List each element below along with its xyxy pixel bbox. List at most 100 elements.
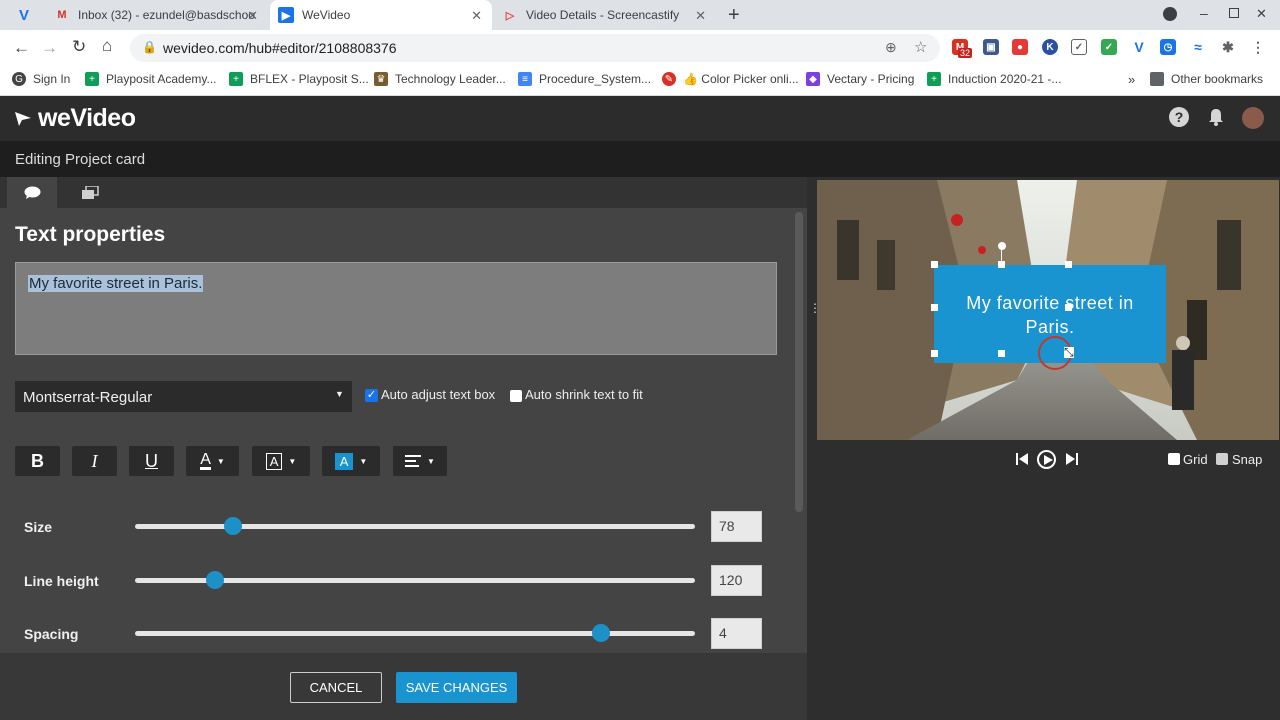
panel-tabs	[0, 177, 807, 208]
bookmark-item[interactable]: ◆ Vectary - Pricing	[806, 72, 914, 86]
size-slider-knob[interactable]	[224, 517, 242, 535]
play-button[interactable]	[1037, 450, 1056, 469]
sheets-icon: +	[85, 72, 99, 86]
gmail-icon: M	[57, 9, 67, 21]
bookmark-item[interactable]: + BFLEX - Playposit S...	[229, 72, 369, 86]
text-color-button[interactable]: A ▼	[186, 446, 239, 476]
bookmark-label: Procedure_System...	[539, 72, 652, 86]
scrollbar[interactable]	[795, 212, 803, 512]
extension-icon[interactable]: ✓	[1101, 39, 1117, 55]
extension-icon[interactable]: ≈	[1190, 39, 1206, 55]
extension-icon[interactable]: ◷	[1160, 39, 1176, 55]
reload-icon[interactable]: ↻	[72, 37, 86, 57]
bookmark-label: Sign In	[33, 72, 71, 86]
snap-checkbox[interactable]	[1216, 453, 1228, 465]
text-input[interactable]: My favorite street in Paris.	[15, 262, 777, 355]
sub-header: Editing Project card	[0, 141, 1280, 177]
auto-adjust-checkbox[interactable]: ✓	[365, 389, 378, 402]
line-height-slider-knob[interactable]	[205, 571, 224, 589]
bookmark-item[interactable]: G Sign In	[12, 72, 70, 86]
preview-text: My favorite street in Paris.	[966, 293, 1134, 337]
resize-handle-icon[interactable]: ⋮	[809, 302, 821, 320]
bookmark-label: Playposit Academy...	[106, 72, 217, 86]
text-outline-button[interactable]: A ▼	[252, 446, 310, 476]
wevideo-logo[interactable]: weVideo	[38, 104, 136, 133]
help-icon[interactable]: ?	[1169, 107, 1189, 127]
skip-forward-icon[interactable]	[1065, 451, 1079, 472]
auto-shrink-label: Auto shrink text to fit	[525, 387, 643, 402]
video-preview[interactable]: My favorite street in Paris. ⤡	[817, 180, 1279, 440]
bookmark-item[interactable]: ✎ 👍 Color Picker onli...	[662, 72, 799, 86]
other-bookmarks[interactable]: Other bookmarks	[1150, 72, 1263, 86]
bookmark-item[interactable]: + Induction 2020-21 -...	[927, 72, 1061, 86]
bookmark-item[interactable]: ♛ Technology Leader...	[374, 72, 506, 86]
background-color-icon: A	[334, 452, 354, 470]
background-color-button[interactable]: A ▼	[322, 446, 380, 476]
minimize-icon[interactable]: –	[1200, 5, 1208, 21]
bell-icon[interactable]	[1207, 107, 1225, 132]
resize-handle[interactable]	[998, 261, 1005, 268]
resize-handle[interactable]	[1065, 304, 1072, 311]
tab-pinned[interactable]: V	[8, 0, 40, 30]
folder-icon	[1150, 72, 1164, 86]
page-title: Editing Project card	[15, 151, 146, 168]
close-icon[interactable]: ✕	[695, 8, 706, 24]
resize-handle[interactable]	[1065, 261, 1072, 268]
spacing-slider[interactable]	[135, 631, 695, 636]
rotate-handle[interactable]	[998, 242, 1006, 250]
wevideo-logo-icon	[14, 109, 32, 127]
bookmark-label: Induction 2020-21 -...	[948, 72, 1062, 86]
new-tab-icon[interactable]: +	[728, 4, 740, 27]
size-slider[interactable]	[135, 524, 695, 529]
forward-arrow-icon[interactable]: →	[41, 38, 58, 58]
cancel-button[interactable]: CANCEL	[290, 672, 382, 703]
skip-back-icon[interactable]	[1015, 451, 1029, 472]
bold-button[interactable]: B	[15, 446, 60, 476]
maximize-icon[interactable]	[1229, 8, 1239, 18]
bookmark-label: 👍 Color Picker onli...	[683, 72, 799, 86]
resize-handle[interactable]	[998, 350, 1005, 357]
tab-gmail[interactable]: M Inbox (32) - ezundel@basdschoo ✕	[46, 0, 268, 30]
italic-button[interactable]: I	[72, 446, 117, 476]
more-bookmarks-icon[interactable]: »	[1128, 72, 1135, 87]
spacing-input[interactable]: 4	[711, 618, 762, 649]
tab-screencastify[interactable]: ▷ Video Details - Screencastify ✕	[494, 0, 716, 30]
size-input[interactable]: 78	[711, 511, 762, 542]
pocket-icon[interactable]: ✓	[1071, 39, 1087, 55]
extension-icon[interactable]: ●	[1012, 39, 1028, 55]
tab-layers[interactable]	[57, 177, 123, 208]
bookmark-item[interactable]: ≡ Procedure_System...	[518, 72, 651, 86]
close-icon[interactable]: ✕	[247, 8, 258, 24]
tab-search-icon[interactable]	[1163, 7, 1177, 21]
resize-handle[interactable]	[931, 261, 938, 268]
star-icon[interactable]: ☆	[914, 38, 927, 56]
font-select[interactable]: Montserrat-Regular ▼	[15, 381, 352, 412]
kami-extension-icon[interactable]: K	[1042, 39, 1058, 55]
tab-text[interactable]	[7, 177, 57, 208]
vectary-icon: ◆	[806, 72, 820, 86]
address-bar[interactable]: 🔒 wevideo.com/hub#editor/2108808376 ⊕ ☆	[130, 34, 940, 62]
line-height-input[interactable]: 120	[711, 565, 762, 596]
align-button[interactable]: ▼	[393, 446, 447, 476]
bookmark-label: Other bookmarks	[1171, 72, 1264, 86]
footer: CANCEL SAVE CHANGES	[0, 653, 807, 720]
window-close-icon[interactable]: ✕	[1256, 6, 1267, 22]
resize-handle[interactable]	[931, 350, 938, 357]
bookmark-item[interactable]: + Playposit Academy...	[85, 72, 217, 86]
close-icon[interactable]: ✕	[471, 8, 482, 24]
back-arrow-icon[interactable]: ←	[13, 38, 30, 58]
v-extension-icon[interactable]: V	[1131, 39, 1147, 55]
menu-icon[interactable]: ⋮	[1250, 39, 1266, 55]
tab-wevideo[interactable]: ▶ WeVideo ✕	[270, 0, 492, 30]
spacing-slider-knob[interactable]	[591, 624, 610, 642]
home-icon[interactable]: ⌂	[102, 36, 112, 56]
auto-shrink-checkbox[interactable]	[510, 390, 522, 402]
avatar[interactable]	[1242, 107, 1264, 129]
save-changes-button[interactable]: SAVE CHANGES	[396, 672, 517, 703]
extension-icon[interactable]: ▣	[983, 39, 999, 55]
underline-button[interactable]: U	[129, 446, 174, 476]
resize-handle[interactable]	[931, 304, 938, 311]
grid-checkbox[interactable]	[1168, 453, 1180, 465]
install-icon[interactable]: ⊕	[885, 39, 897, 56]
puzzle-icon[interactable]: ✱	[1220, 39, 1236, 55]
